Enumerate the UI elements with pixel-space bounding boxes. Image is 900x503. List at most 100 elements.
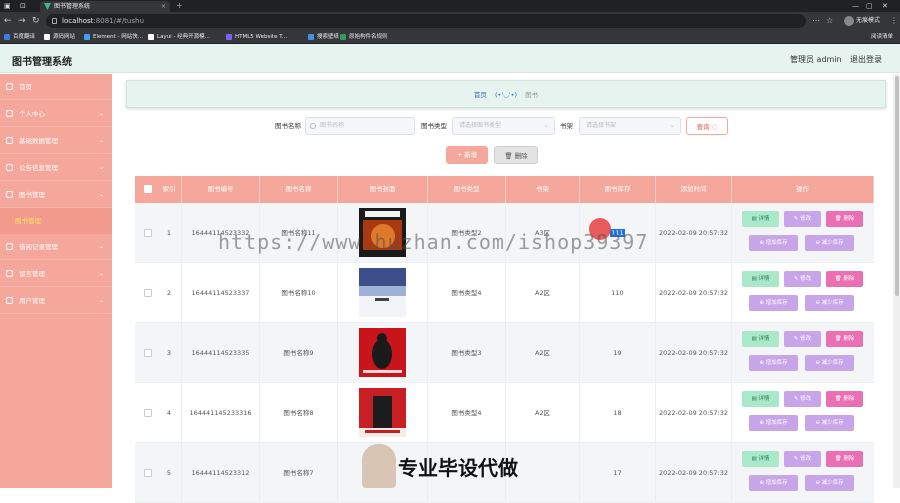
edit-button[interactable]: ✎ 修改: [784, 271, 821, 287]
minimize-icon[interactable]: —: [852, 0, 859, 12]
column-header: 图书编号: [182, 176, 260, 203]
dec-button[interactable]: ⊖ 减少库存: [805, 235, 854, 251]
cell-type: 图书类型4: [428, 263, 506, 323]
add-button[interactable]: + 新增: [446, 146, 488, 164]
dec-button[interactable]: ⊖ 减少库存: [805, 475, 854, 491]
cell-index: 3: [157, 323, 182, 383]
action-label: 增加库存: [765, 420, 788, 426]
bookmark-star-icon[interactable]: ☆: [826, 15, 833, 27]
row-checkbox[interactable]: [144, 229, 152, 237]
edit-button[interactable]: ✎ 修改: [784, 391, 821, 407]
bookmark-icon: [84, 34, 90, 40]
cell-text: 图书名称8: [283, 409, 314, 417]
delete-button[interactable]: 🗑 删除: [826, 331, 863, 347]
detail-button[interactable]: ▤ 详情: [742, 451, 779, 467]
reading-list[interactable]: 阅读清单: [862, 30, 893, 44]
sidebar-item[interactable]: 公告信息管理 ⌄: [0, 155, 112, 181]
inc-button[interactable]: ⊕ 增加库存: [749, 475, 798, 491]
delete-selected-button[interactable]: 🗑 删除: [494, 146, 538, 164]
detail-button[interactable]: ▤ 详情: [742, 331, 779, 347]
edit-button[interactable]: ✎ 修改: [784, 331, 821, 347]
dec-button[interactable]: ⊖ 减少库存: [805, 415, 854, 431]
inc-button[interactable]: ⊕ 增加库存: [749, 235, 798, 251]
extensions-icon[interactable]: ⋯: [812, 15, 820, 27]
search-icon: [310, 123, 316, 129]
cell-text: 1: [166, 229, 172, 237]
row-checkbox[interactable]: [144, 409, 152, 417]
logout-link[interactable]: 退出登录: [850, 54, 882, 65]
sidebar-item[interactable]: 个人中心 ⌄: [0, 101, 112, 127]
cell-stock: 17: [580, 443, 656, 503]
sidebar-item[interactable]: 基础数据管理 ⌄: [0, 128, 112, 154]
cell-time: 2022-02-09 20:57:32: [656, 203, 732, 263]
tab-search-icon[interactable]: ▣: [4, 0, 11, 12]
maximize-icon[interactable]: ▢: [866, 0, 873, 12]
sidebar-item[interactable]: 借阅记录管理 ⌄: [0, 234, 112, 260]
bookmark-item[interactable]: 源码网站: [44, 30, 75, 44]
detail-button[interactable]: ▤ 详情: [742, 271, 779, 287]
chevron-icon: ⌄: [98, 297, 104, 304]
forward-icon[interactable]: →: [18, 15, 26, 27]
row-checkbox[interactable]: [144, 289, 152, 297]
back-icon[interactable]: ←: [4, 15, 12, 27]
row-checkbox[interactable]: [144, 469, 152, 477]
delete-button[interactable]: 🗑 删除: [826, 271, 863, 287]
dec-button[interactable]: ⊖ 减少库存: [805, 295, 854, 311]
action-label: 修改: [800, 216, 812, 222]
book-type-select[interactable]: 请选择图书类型 ⌄: [452, 117, 555, 135]
row-checkbox[interactable]: [144, 349, 152, 357]
current-user: 管理员 admin: [790, 55, 842, 64]
bookmark-label: Layui - 经典开源模...: [157, 34, 210, 40]
edit-button[interactable]: ✎ 修改: [784, 211, 821, 227]
scrollbar-thumb[interactable]: [895, 76, 899, 296]
bookmark-item[interactable]: 百度翻译: [4, 30, 35, 44]
dec-button[interactable]: ⊖ 减少库存: [805, 355, 854, 371]
delete-button[interactable]: 🗑 删除: [826, 391, 863, 407]
select-all-checkbox[interactable]: [144, 185, 152, 193]
tab-close-icon[interactable]: ×: [161, 1, 166, 12]
sidebar-item[interactable]: 图书管理 ⌄: [0, 182, 112, 208]
bookmark-icon: [308, 34, 314, 40]
reload-icon[interactable]: ↻: [32, 15, 40, 27]
edit-button[interactable]: ✎ 修改: [784, 451, 821, 467]
cell-text: 图书名称7: [283, 469, 314, 477]
bookmark-item[interactable]: 搜索壁纸: [308, 30, 339, 44]
delete-button[interactable]: 🗑 删除: [826, 451, 863, 467]
action-label: 增加库存: [765, 480, 788, 486]
sidebar-subitem-book-management[interactable]: 图书管理: [0, 208, 112, 234]
browser-menu-icon[interactable]: ⊡: [20, 0, 26, 12]
detail-button[interactable]: ▤ 详情: [742, 391, 779, 407]
column-header: 操作: [732, 176, 874, 203]
menu-dots-icon[interactable]: ⋮: [890, 15, 898, 27]
inc-button[interactable]: ⊕ 增加库存: [749, 355, 798, 371]
browser-tab[interactable]: 图书管理系统 ×: [40, 1, 170, 12]
chevron-icon: ⌄: [98, 164, 104, 171]
new-tab-button[interactable]: +: [176, 0, 183, 12]
watermark-avatar: [362, 444, 396, 488]
action-label: 详情: [758, 336, 770, 342]
bookmark-item[interactable]: Element - 网站快...: [84, 30, 143, 44]
book-name-input[interactable]: 图书名称: [305, 117, 415, 135]
detail-button[interactable]: ▤ 详情: [742, 211, 779, 227]
cell-shelf: A2区: [506, 263, 580, 323]
sidebar-item[interactable]: 用户管理 ⌄: [0, 288, 112, 314]
sidebar-item[interactable]: 留言管理 ⌄: [0, 261, 112, 287]
bookmark-item[interactable]: HTML5 Website T...: [226, 30, 287, 44]
sidebar-item[interactable]: 首页: [0, 74, 112, 100]
sidebar-item-label: 首页: [19, 83, 32, 91]
bookmark-icon: [340, 34, 346, 40]
column-header: 添加时间: [656, 176, 732, 203]
bookmark-item[interactable]: Layui - 经典开源模...: [148, 30, 210, 44]
cell-stock: 18: [580, 383, 656, 443]
incognito-profile-button[interactable]: 无痕模式: [842, 14, 886, 28]
query-button[interactable]: 查询 ◌: [686, 117, 728, 135]
window-close-icon[interactable]: ✕: [882, 0, 888, 12]
bookmark-item[interactable]: 原始构件名规则: [340, 30, 388, 44]
watermark-slogan: 专业毕设代做: [398, 456, 518, 480]
inc-button[interactable]: ⊕ 增加库存: [749, 295, 798, 311]
inc-button[interactable]: ⊕ 增加库存: [749, 415, 798, 431]
url-input[interactable]: localhost:8081/#/tushu: [46, 14, 806, 28]
delete-button[interactable]: 🗑 删除: [826, 211, 863, 227]
breadcrumb-home[interactable]: 首页: [474, 91, 487, 99]
shelf-select[interactable]: 请选择书架 ⌄: [579, 117, 681, 135]
